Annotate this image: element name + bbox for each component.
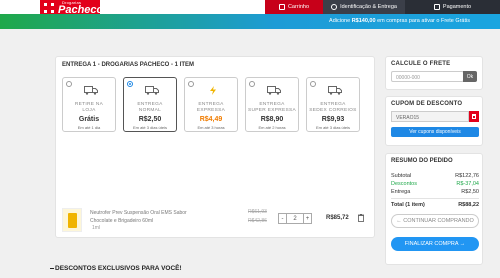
free-shipping-text: Adicione R$140,00 em compras para ativar…: [329, 18, 470, 24]
cart-item: Neutrofer Prev Suspensão Oral EMS Sabor …: [62, 207, 368, 233]
delivery-option-pickup[interactable]: RETIRE NA LOJA Grátis Em até 1 dia: [62, 77, 116, 132]
option-line2: NORMAL: [138, 108, 162, 113]
total-value: R$88,22: [458, 202, 479, 208]
checkout-steps: Carrinho Identificação & Entrega Pagamen…: [265, 0, 500, 14]
shipping-value: R$2,50: [461, 189, 479, 195]
view-coupons-button[interactable]: Ver cupons disponíveis: [391, 127, 479, 137]
option-line2: SEDEX CORREIOS: [309, 108, 357, 113]
subtotal-label: Subtotal: [391, 173, 412, 179]
option-line1: ENTREGA: [198, 102, 224, 107]
coupon-code-field[interactable]: VERAO15: [391, 111, 469, 122]
shipping-label: Entrega: [391, 189, 411, 195]
lightning-icon: [210, 86, 216, 95]
option-price: Grátis: [78, 116, 100, 123]
total-row: Total (1 item) R$88,22: [391, 202, 479, 208]
subtotal-row: Subtotal R$122,76: [391, 173, 479, 179]
user-icon: [331, 4, 338, 10]
decrease-button[interactable]: -: [278, 213, 287, 224]
remove-coupon-button[interactable]: [469, 111, 479, 122]
product-description[interactable]: Neutrofer Prev Suspensão Oral EMS Sabor …: [90, 210, 210, 225]
option-price: R$9,93: [321, 116, 345, 123]
promo-amount: R$140,00: [351, 18, 376, 24]
old-price: R$61,93: [248, 209, 267, 215]
radio-button[interactable]: [66, 81, 72, 87]
summary-title: RESUMO DO PEDIDO: [391, 158, 453, 164]
option-eta: Em até 1 dia: [77, 125, 101, 130]
step-label: Carrinho: [287, 4, 310, 10]
option-price: R$2,50: [138, 116, 162, 123]
total-label: Total (1 item): [391, 202, 425, 208]
delivery-option-sedex[interactable]: ENTREGA SEDEX CORREIOS R$9,93 Em até 3 d…: [306, 77, 360, 132]
trash-icon: [472, 114, 476, 119]
truck-icon: [267, 86, 281, 95]
freight-title: CALCULE O FRETE: [391, 61, 451, 67]
option-price: R$8,90: [260, 116, 284, 123]
truck-icon: [145, 86, 159, 95]
divider: [391, 198, 479, 199]
product-thumbnail[interactable]: [62, 208, 82, 232]
truck-icon: [328, 86, 342, 95]
delivery-title: ENTREGA 1 - DROGARIAS PACHECO - 1 ITEM: [62, 62, 195, 68]
continue-shopping-button[interactable]: ← CONTINUAR COMPRANDO: [391, 214, 479, 228]
cart-icon: [278, 4, 285, 10]
option-line1: RETIRE NA: [74, 102, 104, 107]
pharmacy-cross-icon: [44, 3, 54, 13]
freight-card: CALCULE O FRETE 00000-000 Ok: [385, 56, 483, 90]
subtotal-value: R$122,76: [455, 173, 479, 179]
item-price: R$85,72: [326, 215, 349, 221]
quantity-input[interactable]: 2: [287, 213, 303, 224]
cep-input[interactable]: 00000-000: [391, 71, 464, 82]
step-label: Identificação & Entrega: [340, 4, 397, 10]
truck-icon: [84, 86, 98, 95]
option-eta: Em até 3 dias úteis: [315, 125, 351, 130]
trash-icon[interactable]: [358, 214, 364, 222]
option-eta: Em até 2 horas: [258, 125, 286, 130]
option-line1: ENTREGA: [320, 102, 346, 107]
increase-button[interactable]: +: [303, 213, 312, 224]
finish-purchase-button[interactable]: FINALIZAR COMPRA →: [391, 237, 479, 251]
card-icon: [433, 4, 440, 10]
radio-button[interactable]: [188, 81, 194, 87]
free-shipping-banner: Adicione R$140,00 em compras para ativar…: [0, 14, 500, 29]
coupon-card: CUPOM DE DESCONTO VERAO15 Ver cupons dis…: [385, 96, 483, 146]
product-unit: 1ml: [92, 225, 101, 231]
discount-value: R$-37,04: [456, 181, 479, 187]
radio-button[interactable]: [310, 81, 316, 87]
radio-button[interactable]: [249, 81, 255, 87]
discount-row: Descontos R$-37,04: [391, 181, 479, 187]
delivery-option-express[interactable]: ENTREGA EXPRESSA R$4,49 Em até 3 horas: [184, 77, 238, 132]
promo-prefix: Adicione: [329, 18, 352, 24]
old-price-unit: R$42,86: [248, 218, 267, 224]
shipping-row: Entrega R$2,50: [391, 189, 479, 195]
step-payment[interactable]: Pagamento: [405, 0, 500, 14]
option-line2: EXPRESSA: [196, 108, 226, 113]
delivery-card: ENTREGA 1 - DROGARIAS PACHECO - 1 ITEM R…: [55, 56, 375, 238]
delivery-option-super-express[interactable]: ENTREGA SUPER EXPRESSA R$8,90 Em até 2 h…: [245, 77, 299, 132]
option-line2: SUPER EXPRESSA: [248, 108, 296, 113]
step-cart[interactable]: Carrinho: [265, 0, 323, 14]
step-identification[interactable]: Identificação & Entrega: [323, 0, 405, 14]
option-line1: ENTREGA: [259, 102, 285, 107]
quantity-stepper: - 2 +: [278, 213, 312, 224]
discount-label: Descontos: [391, 181, 417, 187]
option-eta: Em até 3 horas: [197, 125, 225, 130]
calculate-freight-button[interactable]: Ok: [463, 71, 477, 82]
exclusive-discounts-heading: DESCONTOS EXCLUSIVOS PARA VOCÊ!: [50, 265, 182, 272]
option-price: R$4,49: [199, 116, 223, 123]
option-line1: ENTREGA: [137, 102, 163, 107]
promo-suffix: em compras para ativar o Frete Grátis: [375, 18, 470, 24]
option-line2: LOJA: [82, 108, 96, 113]
order-summary-card: RESUMO DO PEDIDO Subtotal R$122,76 Desco…: [385, 153, 483, 265]
option-eta: Em até 3 dias úteis: [132, 125, 168, 130]
step-label: Pagamento: [442, 4, 472, 10]
radio-button-selected[interactable]: [127, 81, 133, 87]
delivery-option-normal[interactable]: ENTREGA NORMAL R$2,50 Em até 3 dias útei…: [123, 77, 177, 132]
coupon-title: CUPOM DE DESCONTO: [391, 101, 463, 107]
